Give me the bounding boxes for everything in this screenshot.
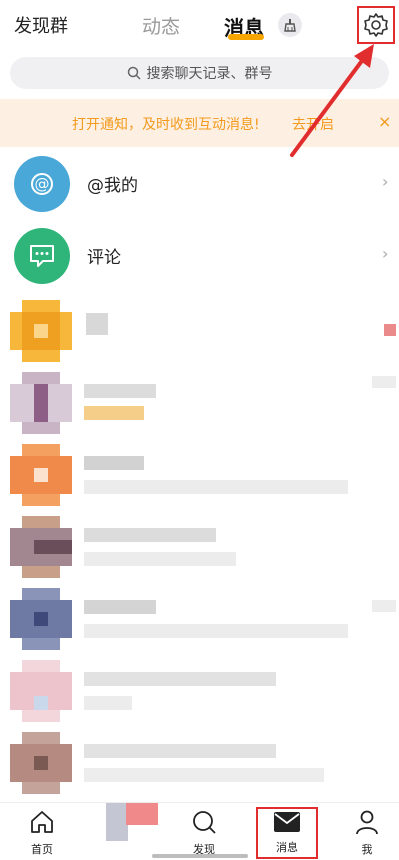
annotation-arrow [290, 44, 374, 157]
